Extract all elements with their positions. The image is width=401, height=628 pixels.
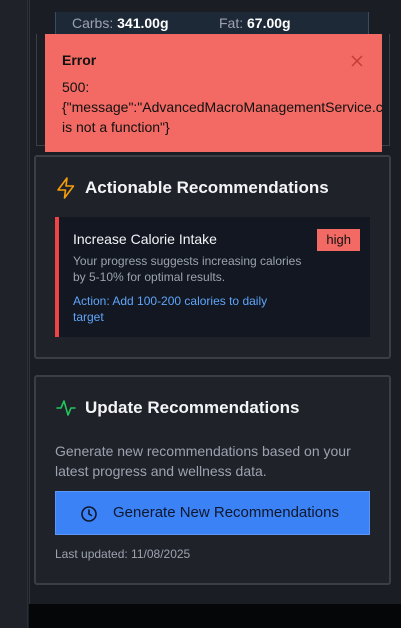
activity-icon bbox=[56, 397, 76, 419]
toast-message: 500: {"message":"AdvancedMacroManagement… bbox=[62, 79, 382, 135]
recommendation-item: Increase Calorie Intake high Your progre… bbox=[55, 217, 370, 337]
last-updated-text: Last updated: 11/08/2025 bbox=[55, 547, 191, 561]
close-icon[interactable] bbox=[350, 54, 364, 68]
carbs-label: Carbs: bbox=[72, 15, 114, 31]
error-toast: Error 500: {"message":"AdvancedMacroMana… bbox=[45, 34, 382, 152]
fat-label: Fat: bbox=[219, 15, 244, 31]
background-page bbox=[0, 0, 28, 628]
recommendation-title: Increase Calorie Intake bbox=[73, 231, 217, 247]
lightning-icon bbox=[56, 177, 76, 199]
update-recommendations-card: Update Recommendations Generate new reco… bbox=[34, 375, 391, 585]
macros-summary-card: Carbs: 341.00g Fat: 67.00g bbox=[55, 12, 369, 36]
actionable-recommendations-card: Actionable Recommendations Increase Calo… bbox=[34, 155, 391, 359]
recommendation-action: Action: Add 100-200 calories to daily ta… bbox=[73, 294, 268, 324]
carbs-stat: Carbs: 341.00g bbox=[72, 15, 169, 31]
priority-badge: high bbox=[317, 229, 360, 251]
toast-title: Error bbox=[62, 52, 97, 68]
fat-stat: Fat: 67.00g bbox=[219, 15, 291, 31]
button-label: Generate New Recommendations bbox=[113, 504, 339, 521]
fat-value: 67.00g bbox=[247, 15, 291, 31]
carbs-value: 341.00g bbox=[117, 15, 169, 31]
update-description: Generate new recommendations based on yo… bbox=[55, 443, 351, 479]
recommendation-body: Your progress suggests increasing calori… bbox=[73, 254, 302, 284]
bottom-bar bbox=[29, 604, 401, 628]
generate-recommendations-button[interactable]: Generate New Recommendations bbox=[55, 491, 370, 535]
clock-icon bbox=[80, 505, 98, 523]
card-title: Update Recommendations bbox=[85, 398, 300, 417]
card-title: Actionable Recommendations bbox=[85, 178, 329, 197]
